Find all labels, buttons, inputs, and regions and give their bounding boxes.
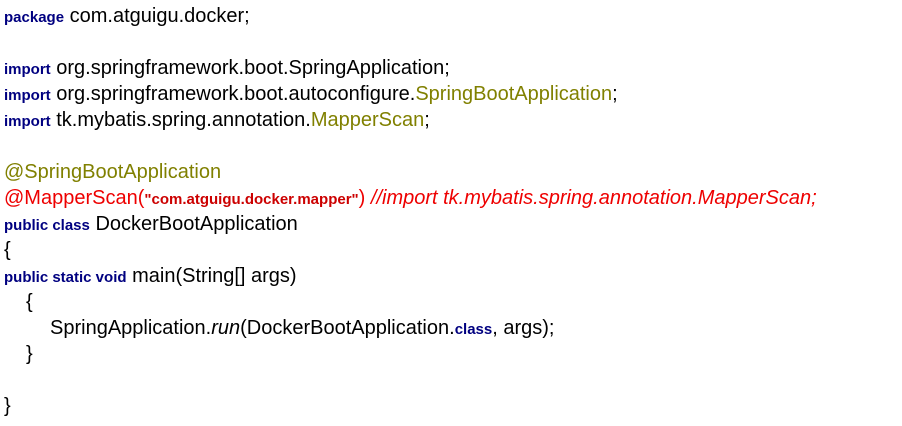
- annotation-spring-boot-application: @SpringBootApplication: [4, 161, 222, 183]
- annotation-argument-string: "com.atguigu.docker.mapper": [144, 191, 359, 208]
- semicolon: ;: [424, 109, 430, 131]
- code-line-annotation-2: @MapperScan("com.atguigu.docker.mapper")…: [4, 185, 900, 211]
- import-class: MapperScan: [310, 109, 425, 131]
- close-brace: }: [4, 395, 11, 417]
- call-argument: (DockerBootApplication.: [240, 317, 455, 339]
- semicolon: ;: [244, 5, 250, 27]
- code-line-method-close-brace: }: [4, 341, 900, 367]
- code-comment: //import tk.mybatis.spring.annotation.Ma…: [370, 187, 817, 209]
- code-line-import-3: import tk.mybatis.spring.annotation.Mapp…: [4, 107, 900, 133]
- package-name: com.atguigu.docker: [69, 5, 245, 27]
- code-line-class-declaration: public class DockerBootApplication: [4, 211, 900, 237]
- annotation-mapper-scan: @MapperScan(: [4, 187, 145, 209]
- method-signature: main(String[] args): [132, 265, 297, 287]
- semicolon: ;: [612, 83, 618, 105]
- code-line-import-2: import org.springframework.boot.autoconf…: [4, 81, 900, 107]
- keyword-import: import: [4, 87, 51, 104]
- import-class: SpringBootApplication: [415, 83, 613, 105]
- keyword-import: import: [4, 61, 51, 78]
- keyword-class: class: [454, 321, 493, 338]
- code-line-method-signature: public static void main(String[] args): [4, 263, 900, 289]
- annotation-close-paren: ): [358, 187, 366, 209]
- keyword-package: package: [4, 9, 65, 26]
- code-block: package com.atguigu.docker; import org.s…: [4, 3, 900, 419]
- call-method: run: [211, 317, 241, 339]
- open-brace: {: [26, 291, 33, 313]
- semicolon: ;: [444, 57, 450, 79]
- keyword-import: import: [4, 113, 51, 130]
- code-line-open-brace: {: [4, 237, 900, 263]
- call-suffix: , args);: [492, 317, 555, 339]
- code-line-annotation-1: @SpringBootApplication: [4, 159, 900, 185]
- code-line-import-1: import org.springframework.boot.SpringAp…: [4, 55, 900, 81]
- class-name: DockerBootApplication: [95, 213, 298, 235]
- call-class: SpringApplication.: [50, 317, 212, 339]
- open-brace: {: [4, 239, 11, 261]
- import-path: org.springframework.boot.autoconfigure.: [56, 83, 416, 105]
- code-line-method-open-brace: {: [4, 289, 900, 315]
- import-path: tk.mybatis.spring.annotation.: [56, 109, 311, 131]
- close-brace: }: [26, 343, 33, 365]
- code-line-class-close-brace: }: [4, 393, 900, 419]
- keyword-public-class: public class: [4, 217, 90, 234]
- keyword-public-static-void: public static void: [4, 269, 127, 286]
- code-line-package: package com.atguigu.docker;: [4, 3, 900, 29]
- code-line-run-call: SpringApplication.run(DockerBootApplicat…: [4, 315, 900, 341]
- import-path: org.springframework.boot.SpringApplicati…: [56, 57, 445, 79]
